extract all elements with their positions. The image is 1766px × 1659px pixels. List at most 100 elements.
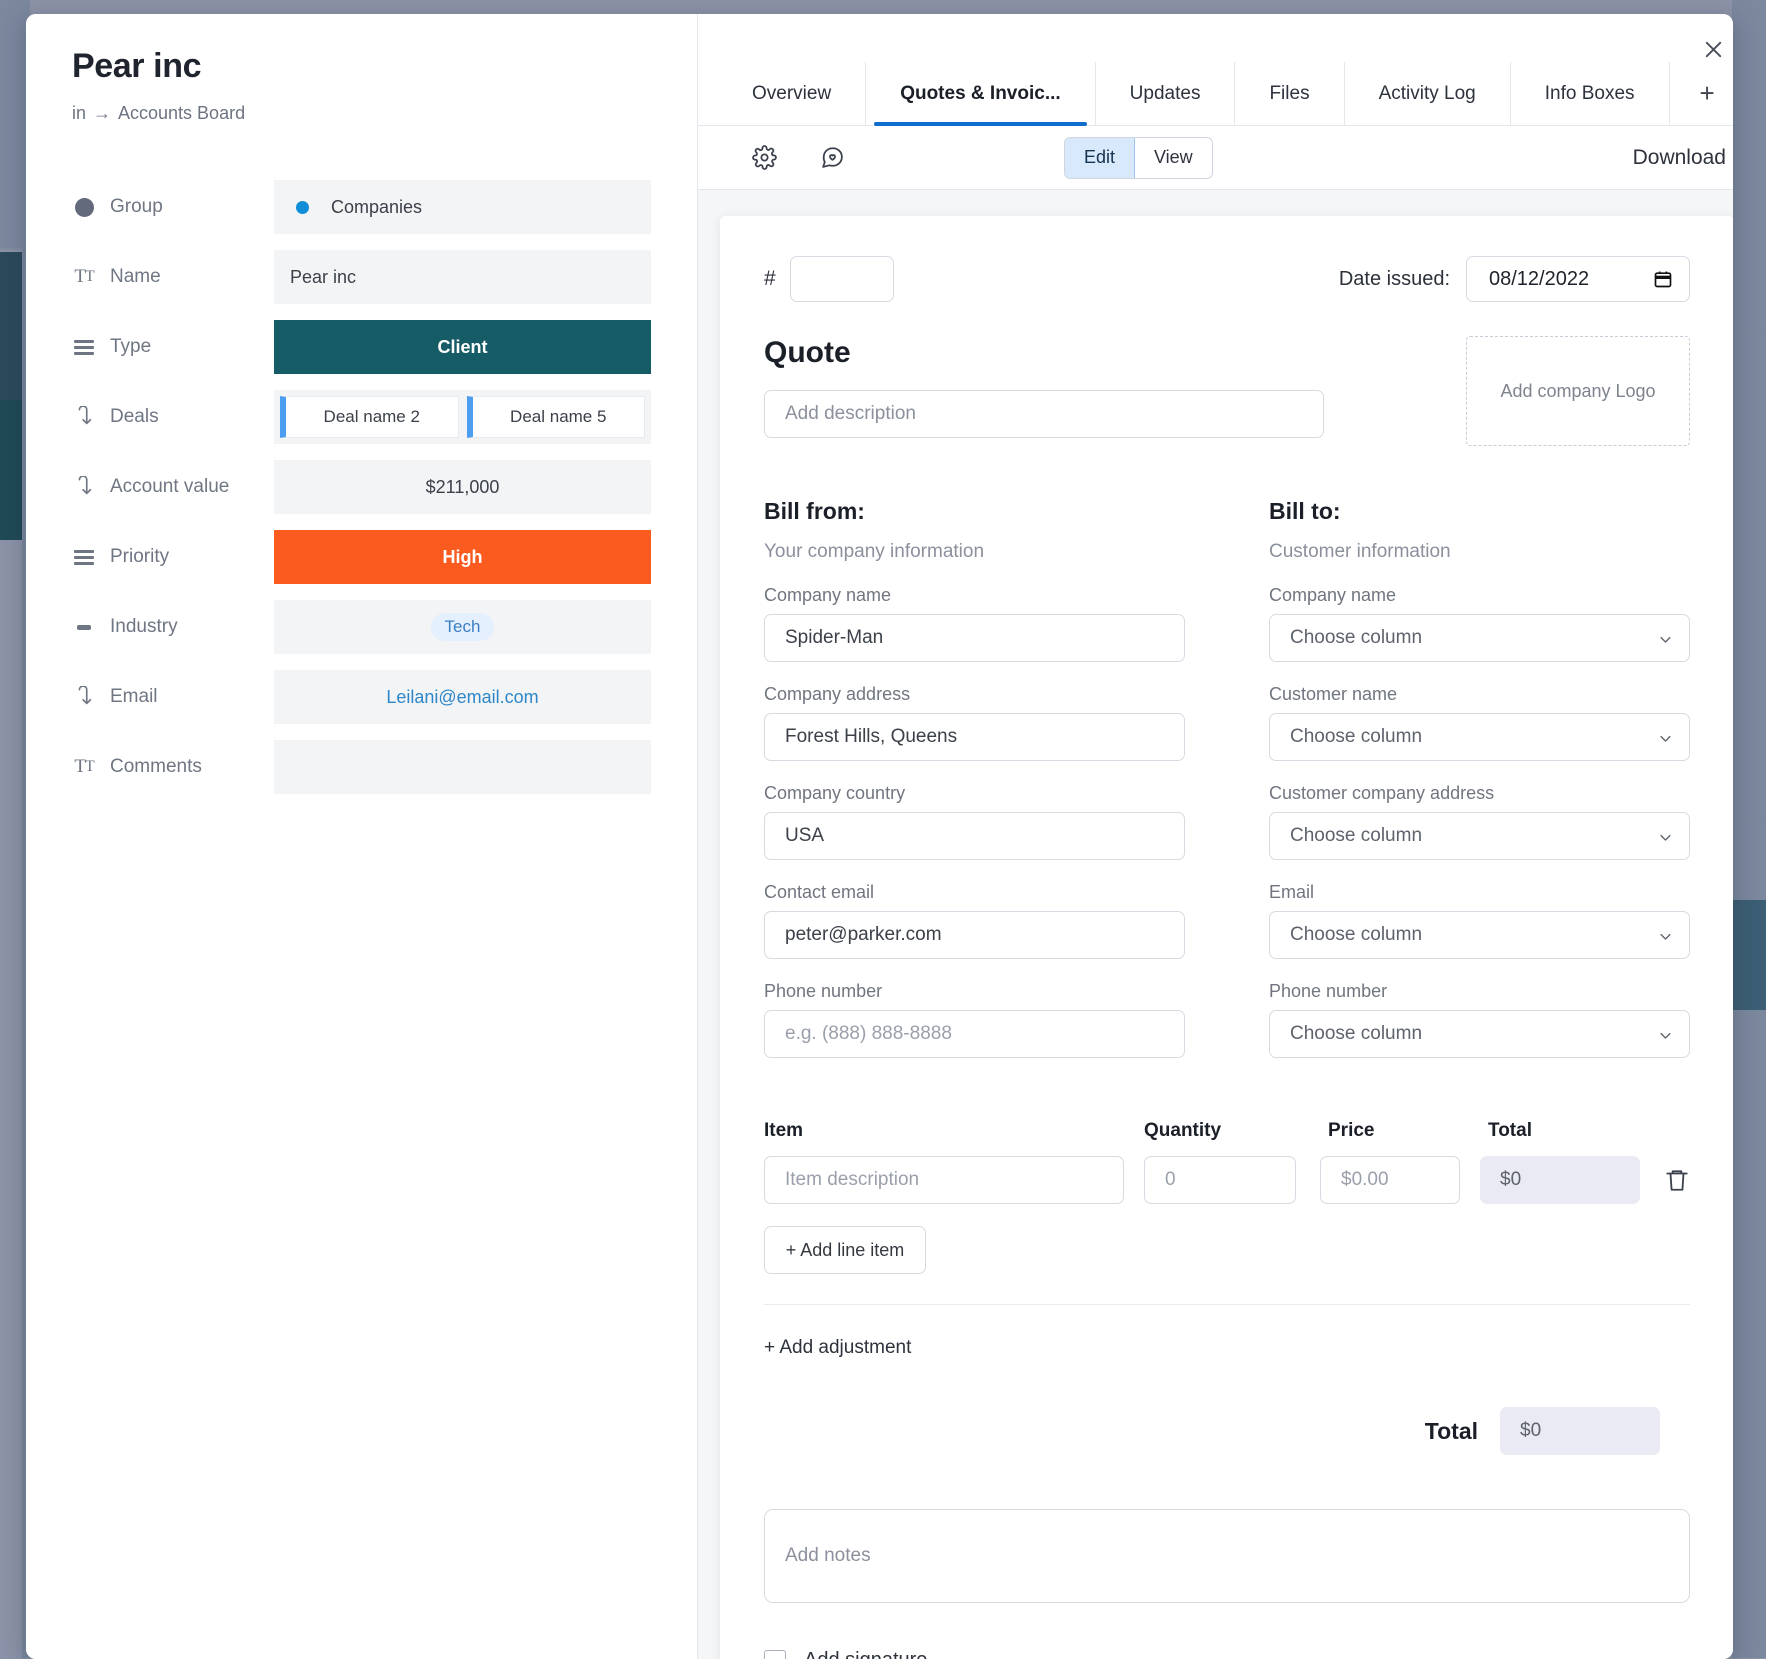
select-value: Choose column: [1290, 1023, 1422, 1045]
chevron-down-icon: [1658, 1027, 1673, 1042]
tab-add-button[interactable]: +: [1669, 62, 1733, 125]
input-company-name[interactable]: Spider-Man: [764, 614, 1185, 662]
label-contact-email: Contact email: [764, 882, 1185, 903]
label-customer-company-name: Company name: [1269, 585, 1690, 606]
date-issued-input[interactable]: 08/12/2022: [1466, 256, 1690, 302]
field-value-comments[interactable]: [274, 740, 651, 794]
text-icon: TT: [72, 265, 96, 289]
line-items-header: Item Quantity Price Total: [764, 1120, 1690, 1142]
field-value-email[interactable]: Leilani@email.com: [274, 670, 651, 724]
field-list: Group Companies TT Name Pear inc: [72, 180, 651, 794]
download-button[interactable]: Download: [1633, 146, 1726, 170]
label-customer-company-address: Customer company address: [1269, 783, 1690, 804]
field-value-name[interactable]: Pear inc: [274, 250, 651, 304]
notes-textarea[interactable]: Add notes: [764, 1509, 1690, 1603]
select-customer-name[interactable]: Choose column: [1269, 713, 1690, 761]
chat-heart-icon[interactable]: [810, 138, 854, 178]
date-issued-value: 08/12/2022: [1489, 268, 1589, 291]
link-icon: [72, 685, 96, 709]
field-label-comments: TT Comments: [72, 755, 274, 779]
select-customer-company-name[interactable]: Choose column: [1269, 614, 1690, 662]
field-value-industry[interactable]: Tech: [274, 600, 651, 654]
field-value-group[interactable]: Companies: [274, 180, 651, 234]
quote-number-group: #: [764, 256, 894, 302]
deal-chip[interactable]: Deal name 5: [467, 396, 646, 438]
select-customer-email[interactable]: Choose column: [1269, 911, 1690, 959]
add-adjustment-button[interactable]: + Add adjustment: [764, 1337, 1690, 1359]
field-label-text: Deals: [110, 406, 159, 428]
edit-button[interactable]: Edit: [1065, 138, 1135, 178]
chevron-down-icon: [1658, 730, 1673, 745]
field-row-email: Email Leilani@email.com: [72, 670, 651, 724]
tab-updates[interactable]: Updates: [1095, 62, 1235, 125]
document-top-row: # Date issued: 08/12/2022: [764, 256, 1690, 302]
select-customer-company-address[interactable]: Choose column: [1269, 812, 1690, 860]
column-header-total: Total: [1488, 1120, 1648, 1142]
field-value-account-value[interactable]: $211,000: [274, 460, 651, 514]
status-badge-priority[interactable]: High: [274, 530, 651, 584]
breadcrumb-board[interactable]: Accounts Board: [118, 103, 245, 124]
tab-quotes-invoices[interactable]: Quotes & Invoic...: [865, 62, 1094, 125]
quote-title-block: Quote Add description Add company Logo: [764, 336, 1690, 446]
close-icon[interactable]: [1696, 32, 1730, 66]
date-issued-group: Date issued: 08/12/2022: [1339, 256, 1690, 302]
input-item-description[interactable]: Item description: [764, 1156, 1124, 1204]
trash-icon[interactable]: [1664, 1167, 1690, 1193]
tag-tech: Tech: [431, 613, 495, 641]
quotes-invoices-pane: Overview Quotes & Invoic... Updates File…: [698, 14, 1733, 1659]
divider: [764, 1304, 1690, 1305]
view-button[interactable]: View: [1135, 138, 1212, 178]
deal-chip[interactable]: Deal name 2: [280, 396, 459, 438]
input-item-quantity[interactable]: 0: [1144, 1156, 1296, 1204]
field-label-text: Name: [110, 266, 161, 288]
page-title: Pear inc: [72, 48, 651, 85]
label-customer-phone-number: Phone number: [1269, 981, 1690, 1002]
input-item-price[interactable]: $0.00: [1320, 1156, 1460, 1204]
tab-overview[interactable]: Overview: [718, 62, 865, 125]
breadcrumb: in → Accounts Board: [72, 103, 651, 124]
field-row-name: TT Name Pear inc: [72, 250, 651, 304]
gear-icon[interactable]: [742, 138, 786, 178]
email-link[interactable]: Leilani@email.com: [386, 687, 538, 708]
bill-from-heading: Bill from:: [764, 498, 1185, 525]
field-label-industry: Industry: [72, 615, 274, 639]
add-company-logo-dropzone[interactable]: Add company Logo: [1466, 336, 1690, 446]
status-badge-type[interactable]: Client: [274, 320, 651, 374]
quote-description-input[interactable]: Add description: [764, 390, 1324, 438]
edit-view-toggle: Edit View: [1064, 137, 1213, 179]
quote-document: # Date issued: 08/12/2022: [720, 216, 1733, 1659]
link-icon: [72, 475, 96, 499]
chevron-down-icon: [1658, 829, 1673, 844]
column-header-quantity: Quantity: [1144, 1120, 1328, 1142]
billing-columns: Bill from: Your company information Comp…: [764, 498, 1690, 1058]
bill-from-subtitle: Your company information: [764, 541, 1185, 563]
select-value: Choose column: [1290, 825, 1422, 847]
label-company-name: Company name: [764, 585, 1185, 606]
grand-total-value: $0: [1500, 1407, 1660, 1455]
modal-header: [698, 14, 1733, 62]
input-company-address[interactable]: Forest Hills, Queens: [764, 713, 1185, 761]
list-icon: [72, 335, 96, 359]
calendar-icon[interactable]: [1653, 269, 1673, 289]
field-value-deals: Deal name 2 Deal name 5: [274, 390, 651, 444]
grand-total-label: Total: [1425, 1418, 1478, 1445]
select-customer-phone-number[interactable]: Choose column: [1269, 1010, 1690, 1058]
field-label-name: TT Name: [72, 265, 274, 289]
table-row: Item description 0 $0.00 $0: [764, 1156, 1690, 1204]
field-row-type: Type Client: [72, 320, 651, 374]
field-row-deals: Deals Deal name 2 Deal name 5: [72, 390, 651, 444]
add-line-item-button[interactable]: + Add line item: [764, 1226, 926, 1274]
tab-activity-log[interactable]: Activity Log: [1344, 62, 1510, 125]
label-company-country: Company country: [764, 783, 1185, 804]
field-label-account-value: Account value: [72, 475, 274, 499]
input-contact-email[interactable]: peter@parker.com: [764, 911, 1185, 959]
group-color-dot: [296, 201, 309, 214]
hash-icon: #: [764, 267, 776, 291]
quote-number-input[interactable]: [790, 256, 894, 302]
input-phone-number[interactable]: e.g. (888) 888-8888: [764, 1010, 1185, 1058]
chevron-down-icon: [1658, 631, 1673, 646]
tab-files[interactable]: Files: [1234, 62, 1343, 125]
field-row-account-value: Account value $211,000: [72, 460, 651, 514]
input-company-country[interactable]: USA: [764, 812, 1185, 860]
tab-info-boxes[interactable]: Info Boxes: [1510, 62, 1669, 125]
